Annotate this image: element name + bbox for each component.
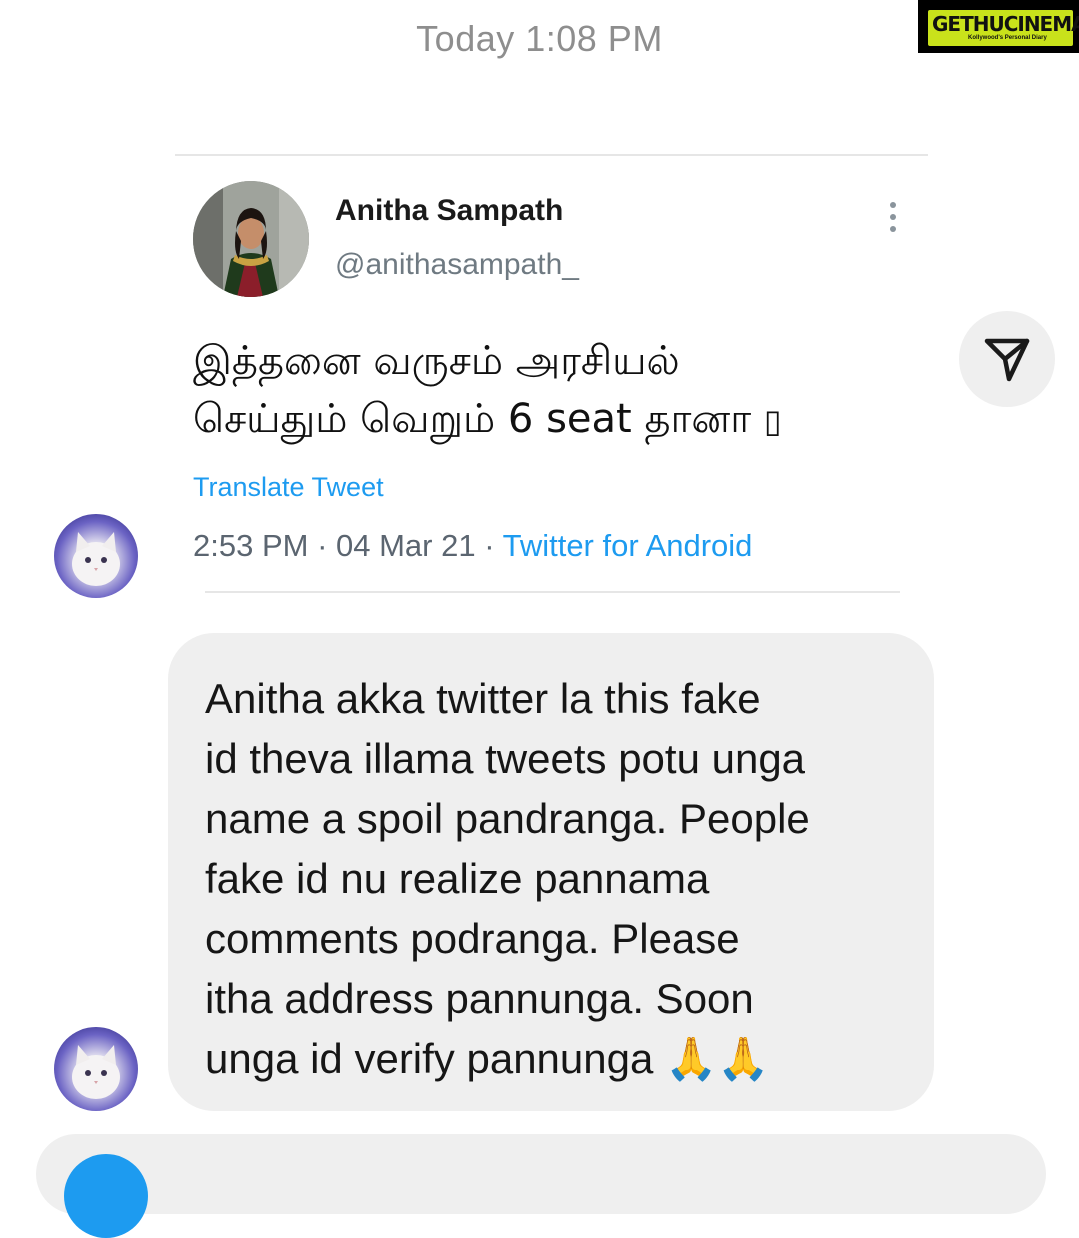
watermark-brand: GETHUCINEMA (932, 12, 1079, 36)
share-button[interactable] (959, 311, 1055, 407)
tweet-text: இத்தனை வருசம் அரசியல் செய்தும் வெறும் 6 … (193, 332, 913, 450)
message-line: id theva illama tweets potu unga (205, 735, 806, 782)
sender-avatar[interactable] (54, 1027, 138, 1111)
tweet-text-line-2: செய்தும் வெறும் 6 seat தானா ▯ (193, 390, 913, 450)
divider (175, 154, 928, 156)
author-avatar[interactable] (193, 181, 309, 297)
message-text: Anitha akka twitter la this fake id thev… (205, 669, 917, 1089)
author-photo (193, 181, 309, 297)
tweet-time: 2:53 PM (193, 528, 309, 563)
author-name[interactable]: Anitha Sampath (335, 194, 563, 228)
author-handle[interactable]: @anithasampath_ (335, 248, 579, 282)
folded-hands-emoji: 🙏🙏 (665, 1035, 770, 1082)
message-line-text: unga id verify pannunga (205, 1035, 654, 1082)
next-message-avatar (64, 1154, 148, 1238)
more-vertical-icon[interactable] (883, 200, 903, 234)
message-line: unga id verify pannunga 🙏🙏 (205, 1029, 917, 1089)
watermark-logo: GETHUCINEMA Kollywood's Personal Diary (918, 0, 1079, 53)
sender-avatar[interactable] (54, 514, 138, 598)
tweet-date: 04 Mar 21 (336, 528, 476, 563)
translate-tweet-link[interactable]: Translate Tweet (193, 472, 384, 503)
message-line: Anitha akka twitter la this fake (205, 675, 761, 722)
message-line: comments podranga. Please (205, 915, 740, 962)
cat-avatar-icon (72, 532, 120, 586)
message-line: fake id nu realize pannama (205, 855, 710, 902)
send-arrow-icon (984, 338, 1030, 382)
next-message-bubble[interactable] (36, 1134, 1046, 1214)
cat-avatar-icon (72, 1045, 120, 1099)
divider (205, 591, 900, 593)
tweet-text-line-1: இத்தனை வருசம் அரசியல் (193, 338, 680, 384)
tweet-text-line-2-text: செய்தும் வெறும் 6 seat தானா (193, 396, 752, 442)
message-line: name a spoil pandranga. People (205, 795, 810, 842)
meta-separator: · (308, 528, 337, 563)
shared-tweet-card[interactable]: Anitha Sampath @anithasampath_ இத்தனை வர… (175, 154, 928, 594)
watermark-tagline: Kollywood's Personal Diary (968, 35, 1047, 41)
message-line: itha address pannunga. Soon (205, 975, 754, 1022)
meta-separator: · (475, 528, 503, 563)
tweet-source-link[interactable]: Twitter for Android (503, 528, 753, 563)
tweet-meta: 2:53 PM · 04 Mar 21 · Twitter for Androi… (193, 528, 752, 564)
message-bubble[interactable]: Anitha akka twitter la this fake id thev… (168, 633, 934, 1111)
missing-emoji-glyph: ▯ (763, 402, 782, 440)
